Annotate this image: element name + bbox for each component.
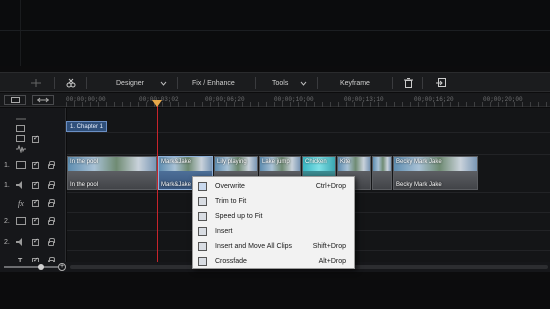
drop-options-menu: Overwrite Ctrl+Drop Trim to Fit Speed up… [192, 176, 355, 269]
clip-thumbnail [373, 157, 391, 171]
track-number: 1. [4, 161, 10, 169]
ruler-ticks [66, 102, 550, 107]
menu-item-label: Insert [215, 228, 233, 235]
tools-button[interactable]: Tools [272, 73, 288, 93]
zoom-slider-knob[interactable] [38, 264, 44, 270]
video-clip[interactable]: Becky Mark Jake Becky Mark Jake [393, 156, 478, 190]
video-clip[interactable] [372, 156, 392, 190]
clip-title: In the pool [70, 159, 99, 165]
lock-icon[interactable] [48, 238, 55, 246]
audio-track-1-header: 1. [0, 178, 66, 192]
export-clip-icon[interactable] [436, 73, 446, 93]
menu-item-insert[interactable]: Insert [193, 224, 356, 239]
video-track-icon [16, 217, 26, 225]
clip-title: Chicken [305, 159, 327, 165]
toolbar-separator [54, 77, 55, 89]
zoom-slider-track[interactable] [4, 266, 58, 268]
toolbar-separator [86, 77, 87, 89]
track-enable-checkbox[interactable] [32, 216, 39, 225]
menu-item-label: Crossfade [215, 258, 247, 265]
speaker-icon [16, 238, 22, 246]
split-track-icon[interactable] [30, 73, 42, 93]
chevron-down-icon[interactable] [300, 73, 307, 93]
clip-audio-title: Becky Mark Jake [396, 182, 442, 188]
audio-track-2-header: 2. [0, 235, 66, 249]
video-track-icon [16, 161, 26, 169]
edit-toolbar: Designer Fix / Enhance Tools Keyframe [0, 72, 550, 92]
waveform-icon [16, 145, 26, 153]
playhead-handle[interactable] [152, 100, 162, 107]
track-number: 2. [4, 238, 10, 246]
video-track-1-header: 1. [0, 158, 66, 172]
zoom-in-icon[interactable]: + [58, 263, 66, 271]
audio-wave-header [0, 142, 66, 156]
keyframe-button[interactable]: Keyframe [340, 73, 370, 93]
speed-up-icon [198, 212, 207, 221]
toolbar-separator [317, 77, 318, 89]
menu-item-speed-up-to-fit[interactable]: Speed up to Fit [193, 209, 356, 224]
menu-item-shortcut: Shift+Drop [312, 243, 346, 250]
trim-to-fit-icon [198, 197, 207, 206]
chapter-marker[interactable]: 1. Chapter 1 [66, 121, 108, 132]
clip-title: Kite [340, 159, 351, 165]
fit-timeline-icon[interactable] [32, 95, 54, 105]
scissors-icon[interactable] [66, 73, 76, 93]
crossfade-icon [198, 257, 207, 266]
clip-title: Lily playing [217, 159, 247, 165]
track-number: 1. [4, 181, 10, 189]
clip-audio-title: Mark&Jake [161, 182, 192, 188]
insert-move-icon [198, 242, 207, 251]
clip-title: Mark&Jake [161, 159, 192, 165]
menu-item-label: Trim to Fit [215, 198, 247, 205]
track-manager-icon[interactable] [4, 95, 26, 105]
menu-item-label: Speed up to Fit [215, 213, 263, 220]
lock-icon[interactable] [48, 161, 55, 169]
track-enable-checkbox[interactable] [32, 160, 39, 169]
lock-icon[interactable] [48, 199, 55, 207]
toolbar-separator [177, 77, 178, 89]
video-track-2-header: 2. [0, 214, 66, 228]
toolbar-separator [422, 77, 423, 89]
track-enable-checkbox[interactable] [32, 180, 39, 189]
video-clip[interactable]: In the pool In the pool [67, 156, 157, 190]
chevron-down-icon[interactable] [160, 73, 167, 93]
menu-item-overwrite[interactable]: Overwrite Ctrl+Drop [193, 179, 356, 194]
track-divider [67, 132, 550, 133]
menu-item-label: Insert and Move All Clips [215, 243, 293, 250]
designer-button[interactable]: Designer [116, 73, 144, 93]
track-number: 2. [4, 217, 10, 225]
effect-track-header: fx [0, 196, 66, 210]
menu-item-label: Overwrite [215, 183, 245, 190]
clip-audio-title: In the pool [70, 182, 99, 188]
timeline-ruler[interactable]: 00;00;00;00 00;00;03;02 00;00;06;20 00;0… [0, 93, 550, 107]
lock-icon[interactable] [48, 181, 55, 189]
clip-title: Lake jump [262, 159, 290, 165]
menu-item-shortcut: Ctrl+Drop [315, 183, 346, 190]
track-enable-checkbox[interactable] [32, 198, 39, 207]
preview-grid [0, 0, 550, 66]
toolbar-separator [255, 77, 256, 89]
bottom-area [0, 272, 550, 309]
lock-icon[interactable] [48, 217, 55, 225]
clip-title: Becky Mark Jake [396, 159, 442, 165]
insert-icon [198, 227, 207, 236]
menu-item-shortcut: Alt+Drop [318, 258, 346, 265]
menu-item-crossfade[interactable]: Crossfade Alt+Drop [193, 254, 356, 269]
clip-audio-body [373, 171, 391, 189]
fix-enhance-button[interactable]: Fix / Enhance [192, 73, 235, 93]
track-enable-checkbox[interactable] [32, 237, 39, 246]
trash-icon[interactable] [404, 73, 413, 93]
menu-item-insert-and-move[interactable]: Insert and Move All Clips Shift+Drop [193, 239, 356, 254]
preview-area [0, 0, 550, 66]
menu-item-trim-to-fit[interactable]: Trim to Fit [193, 194, 356, 209]
overwrite-icon [198, 182, 207, 191]
track-divider [67, 154, 550, 155]
fx-label: fx [18, 198, 24, 208]
playhead-line[interactable] [157, 100, 158, 268]
toolbar-separator [392, 77, 393, 89]
speaker-icon [16, 181, 22, 189]
